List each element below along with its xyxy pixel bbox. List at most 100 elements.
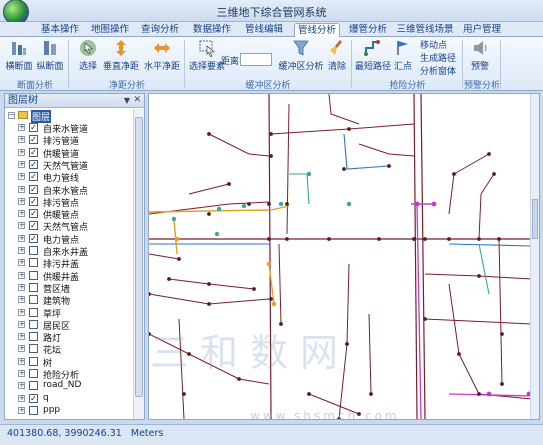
pipe-main[interactable]	[168, 278, 255, 290]
close-icon[interactable]: ✕	[133, 94, 141, 107]
layer-checkbox[interactable]	[29, 282, 38, 292]
select-button[interactable]: 选择	[75, 39, 101, 75]
layer-checkbox[interactable]	[29, 332, 38, 342]
pipe-node[interactable]	[182, 392, 186, 396]
pipe-drain[interactable]	[289, 173, 310, 205]
expand-icon[interactable]: +	[18, 185, 25, 193]
expand-icon[interactable]: +	[18, 148, 25, 156]
shortest-path-button[interactable]: 最短路径	[355, 39, 391, 75]
pipe-main[interactable]	[188, 183, 230, 195]
pipe-node[interactable]	[477, 274, 481, 278]
expand-icon[interactable]: +	[18, 160, 25, 168]
layer-item[interactable]: + ✓ 电力管点	[5, 233, 133, 246]
layer-checkbox[interactable]	[29, 319, 38, 329]
collapse-icon[interactable]: −	[8, 112, 15, 119]
layer-checkbox[interactable]: ✓	[29, 209, 38, 219]
layer-item[interactable]: + 草坪	[5, 307, 133, 320]
pipe-main[interactable]	[424, 318, 533, 325]
expand-icon[interactable]: +	[18, 136, 25, 144]
water-node[interactable]	[214, 231, 220, 237]
pipe-node[interactable]	[452, 172, 456, 176]
water-node[interactable]	[171, 216, 177, 222]
layer-checkbox[interactable]: ✓	[29, 147, 38, 157]
pipe-node[interactable]	[267, 237, 271, 241]
layer-item[interactable]: + ✓ 供暖管点	[5, 208, 133, 221]
tab-burst-analysis[interactable]: 爆管分析	[346, 23, 390, 37]
map-scroll-thumb[interactable]	[532, 199, 538, 239]
water-node[interactable]	[346, 201, 352, 207]
pipe-node[interactable]	[423, 317, 427, 321]
pipe-node[interactable]	[247, 202, 251, 206]
map-scrollbar[interactable]	[530, 94, 539, 419]
layer-item[interactable]: + 抢险分析	[5, 368, 133, 381]
layer-item[interactable]: + 路灯	[5, 331, 133, 344]
pipe-node[interactable]	[149, 292, 151, 296]
water-node[interactable]	[216, 206, 222, 212]
water-node[interactable]	[306, 171, 312, 177]
expand-icon[interactable]: +	[18, 370, 25, 377]
layer-item[interactable]: + ✓ 天然气管点	[5, 220, 133, 233]
layer-item[interactable]: + ✓ 供暖管道	[5, 147, 133, 160]
layer-tree-scrollbar[interactable]	[133, 109, 144, 419]
layer-checkbox[interactable]	[29, 356, 38, 366]
pipe-node[interactable]	[369, 392, 373, 396]
pipe-node[interactable]	[207, 302, 211, 306]
pipe-main[interactable]	[448, 283, 533, 400]
pipe-gas[interactable]	[173, 218, 178, 255]
pipe-main[interactable]	[278, 243, 282, 325]
pipe-node[interactable]	[269, 154, 273, 158]
pipe-main[interactable]	[286, 103, 290, 235]
expand-icon[interactable]: +	[18, 320, 25, 328]
generate-path-button[interactable]: 生成路径	[420, 51, 456, 64]
expand-icon[interactable]: +	[18, 197, 25, 205]
layer-checkbox[interactable]	[29, 258, 38, 268]
horizontal-clearance-button[interactable]: 水平净距	[142, 39, 182, 75]
tab-query[interactable]: 查询分析	[138, 23, 182, 37]
pipe-node[interactable]	[269, 297, 273, 301]
layer-item[interactable]: + ✓ 排污管道	[5, 134, 133, 147]
pipe-gas[interactable]	[270, 205, 290, 211]
tab-data-ops[interactable]: 数据操作	[190, 23, 234, 37]
pipe-node[interactable]	[412, 237, 416, 241]
pipe-power[interactable]	[416, 203, 422, 419]
layer-checkbox[interactable]	[29, 369, 38, 378]
pipe-node[interactable]	[207, 132, 211, 136]
cross-section-button[interactable]: 横断面	[4, 39, 34, 75]
layer-checkbox[interactable]: ✓	[29, 172, 38, 182]
pipe-node[interactable]	[492, 172, 496, 176]
layer-checkbox[interactable]: ✓	[29, 393, 38, 403]
pipe-node[interactable]	[207, 282, 211, 286]
layer-item[interactable]: + ✓ 自来水管道	[5, 122, 133, 135]
move-point-button[interactable]: 移动点	[420, 38, 447, 51]
pipe-node[interactable]	[447, 237, 451, 241]
confluence-button[interactable]: 汇点	[392, 39, 414, 75]
pipe-node[interactable]	[477, 392, 481, 396]
pipe-node[interactable]	[347, 127, 351, 131]
tab-user-admin[interactable]: 用户管理	[460, 23, 504, 37]
layer-item[interactable]: + 自来水井盖	[5, 245, 133, 258]
pipe-node[interactable]	[500, 332, 504, 336]
power-node[interactable]	[486, 391, 492, 397]
pipe-node[interactable]	[423, 237, 427, 241]
expand-icon[interactable]: +	[18, 124, 25, 131]
layer-item[interactable]: + 建筑物	[5, 294, 133, 307]
water-node[interactable]	[241, 203, 247, 209]
layer-checkbox[interactable]: ✓	[29, 159, 38, 169]
layer-item[interactable]: + ✓ q	[5, 393, 133, 405]
pipe-node[interactable]	[237, 377, 241, 381]
expand-icon[interactable]: +	[18, 296, 25, 304]
layer-checkbox[interactable]: ✓	[29, 196, 38, 206]
layer-item[interactable]: + 供暖井盖	[5, 270, 133, 283]
expand-icon[interactable]: +	[18, 247, 25, 254]
pipe-gas[interactable]	[149, 209, 270, 213]
pipe-main[interactable]	[420, 94, 426, 419]
vertical-clearance-button[interactable]: 垂直净距	[101, 39, 141, 75]
layer-item[interactable]: + 花坛	[5, 343, 133, 356]
clear-button[interactable]: 清除	[326, 39, 348, 75]
tab-basic-ops[interactable]: 基本操作	[38, 23, 82, 37]
layer-checkbox[interactable]	[29, 295, 38, 305]
pipe-node[interactable]	[269, 132, 273, 136]
expand-icon[interactable]: +	[18, 283, 25, 291]
expand-icon[interactable]: +	[18, 357, 25, 365]
expand-icon[interactable]: +	[18, 271, 25, 279]
